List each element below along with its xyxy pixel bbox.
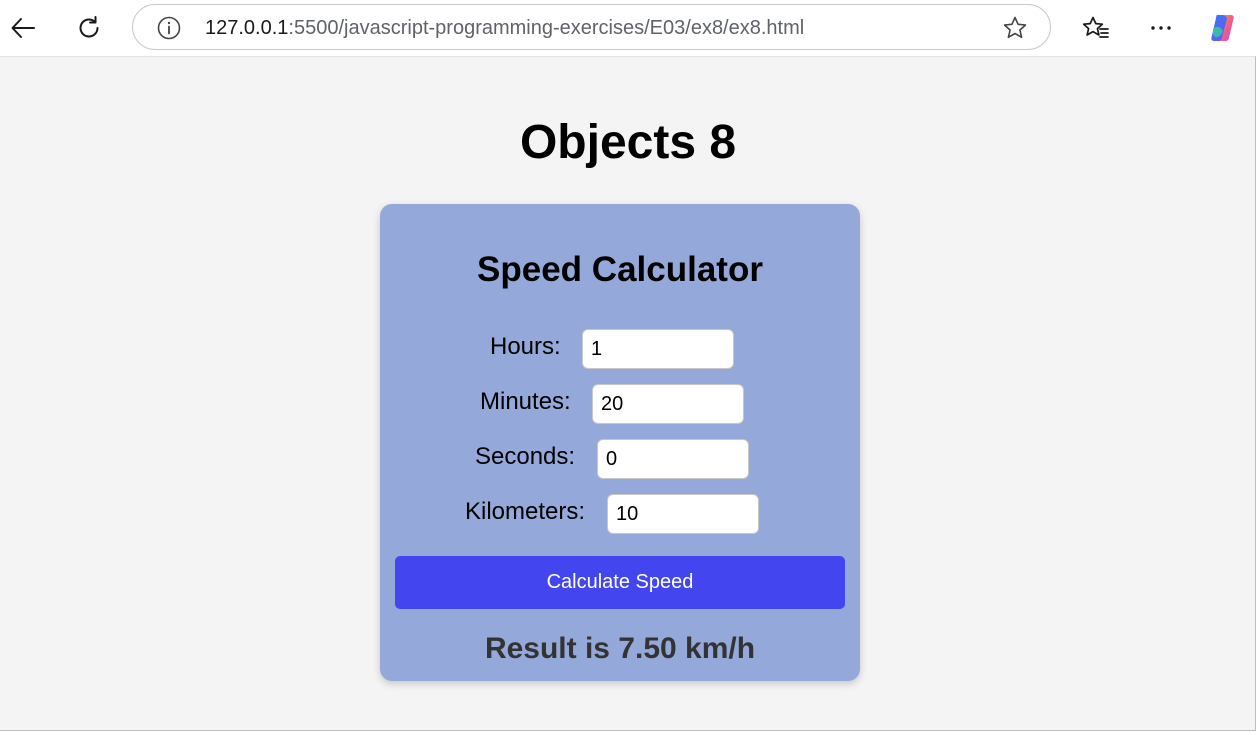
card-title: Speed Calculator	[477, 250, 763, 289]
reload-button[interactable]	[67, 6, 111, 50]
more-button[interactable]	[1139, 6, 1183, 50]
kilometers-input[interactable]	[607, 494, 759, 534]
address-bar[interactable]: 127.0.0.1:5500/javascript-programming-ex…	[132, 4, 1051, 50]
speed-calculator-card: Speed Calculator Hours: Minutes: Seconds…	[380, 204, 860, 681]
calculate-speed-button[interactable]: Calculate Speed	[395, 556, 845, 609]
hours-label: Hours:	[490, 333, 561, 360]
kilometers-label: Kilometers:	[465, 498, 586, 525]
favorites-button[interactable]	[1074, 6, 1118, 50]
back-button[interactable]	[1, 6, 45, 50]
reload-icon	[79, 16, 99, 38]
result-text: Result is 7.50 km/h	[484, 632, 756, 665]
site-info-icon	[157, 16, 181, 40]
minutes-label: Minutes:	[480, 388, 571, 415]
add-favorite-button[interactable]	[1002, 15, 1028, 41]
seconds-label: Seconds:	[475, 443, 576, 470]
more-dots-icon	[1151, 26, 1171, 30]
hours-input[interactable]	[582, 329, 734, 369]
url-path: :5500/javascript-programming-exercises/E…	[288, 17, 805, 39]
page-viewport: Objects 8 Speed Calculator Hours: Minute…	[0, 56, 1256, 731]
copilot-icon	[1211, 15, 1234, 41]
favorites-list-icon	[1082, 16, 1109, 38]
minutes-input[interactable]	[592, 384, 744, 424]
copilot-button[interactable]	[1202, 6, 1246, 50]
seconds-input[interactable]	[597, 439, 749, 479]
star-icon	[1003, 16, 1027, 39]
site-info-button[interactable]	[157, 16, 181, 40]
browser-toolbar: 127.0.0.1:5500/javascript-programming-ex…	[0, 0, 1259, 56]
page-title: Objects 8	[519, 116, 737, 169]
url-host: 127.0.0.1	[205, 17, 289, 39]
back-arrow-icon	[11, 18, 35, 38]
url-text[interactable]: 127.0.0.1:5500/javascript-programming-ex…	[205, 17, 804, 39]
